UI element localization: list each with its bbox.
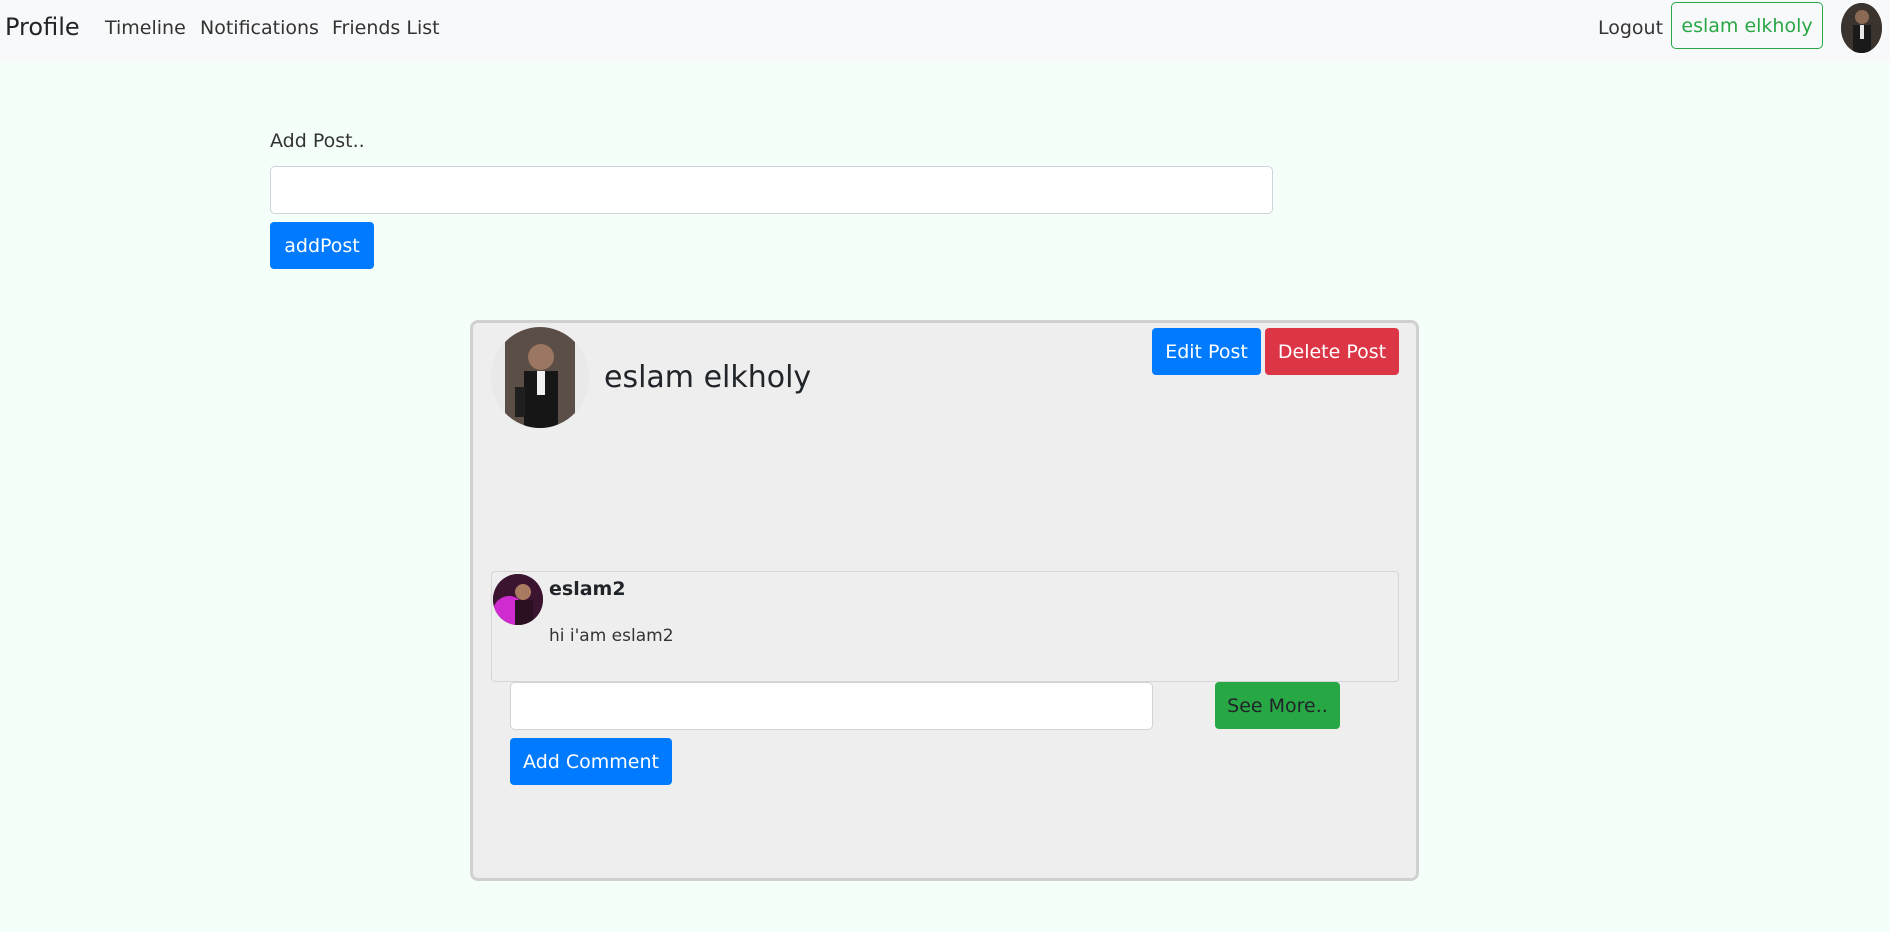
add-post-button[interactable]: addPost bbox=[270, 222, 374, 269]
author-photo-icon bbox=[491, 327, 589, 428]
edit-post-button[interactable]: Edit Post bbox=[1152, 328, 1261, 375]
nav-link-notifications[interactable]: Notifications bbox=[200, 17, 319, 39]
comment-author-avatar[interactable] bbox=[493, 574, 543, 625]
comment-author-name[interactable]: eslam2 bbox=[549, 578, 626, 600]
nav-link-timeline[interactable]: Timeline bbox=[105, 17, 186, 39]
add-post-input[interactable] bbox=[270, 166, 1273, 214]
see-more-button[interactable]: See More.. bbox=[1215, 682, 1340, 729]
avatar[interactable] bbox=[1841, 3, 1882, 53]
user-photo-icon bbox=[1841, 3, 1882, 53]
commenter-photo-icon bbox=[493, 574, 543, 625]
user-profile-button[interactable]: eslam elkholy bbox=[1671, 2, 1823, 49]
delete-post-button[interactable]: Delete Post bbox=[1265, 328, 1399, 375]
post-author-avatar[interactable] bbox=[491, 327, 589, 428]
nav-link-friends-list[interactable]: Friends List bbox=[332, 17, 440, 39]
add-comment-button[interactable]: Add Comment bbox=[510, 738, 672, 785]
nav-brand-profile[interactable]: Profile bbox=[5, 13, 80, 41]
add-post-label: Add Post.. bbox=[270, 130, 365, 152]
navbar: Profile Timeline Notifications Friends L… bbox=[0, 0, 1890, 62]
comment-input[interactable] bbox=[510, 682, 1153, 730]
logout-link[interactable]: Logout bbox=[1598, 17, 1663, 39]
comment-text: hi i'am eslam2 bbox=[549, 626, 674, 646]
post-author-name[interactable]: eslam elkholy bbox=[604, 360, 811, 395]
